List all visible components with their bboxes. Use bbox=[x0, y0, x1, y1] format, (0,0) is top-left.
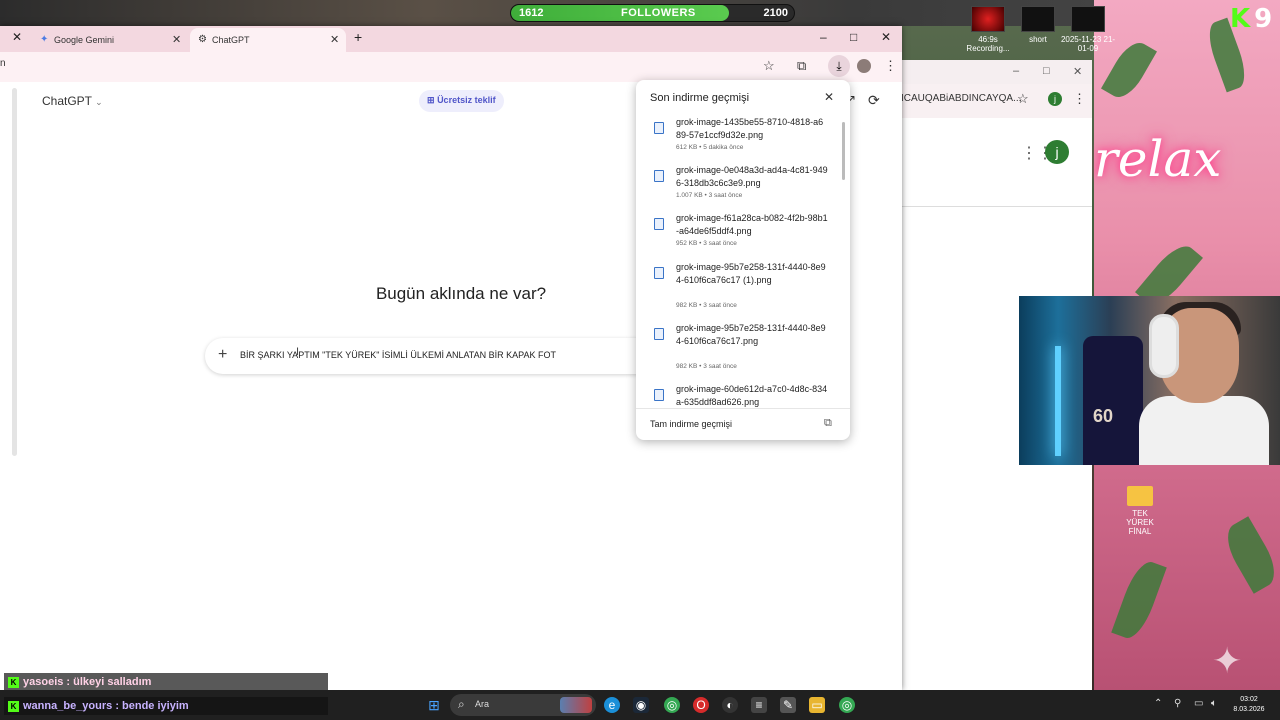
neon-relax-text: relax bbox=[1094, 130, 1222, 188]
followers-goal: 2100 bbox=[763, 7, 788, 19]
open-external-icon: ⧉ bbox=[824, 417, 832, 429]
download-icon[interactable]: ⤓ bbox=[828, 55, 850, 77]
network-icon[interactable]: ▭ bbox=[1194, 698, 1203, 709]
notepad-icon[interactable]: ✎ bbox=[780, 697, 796, 713]
image-file-icon bbox=[654, 389, 664, 401]
close-icon[interactable]: ✕ bbox=[824, 90, 834, 104]
maximize-icon[interactable]: □ bbox=[1043, 65, 1050, 77]
kick-badge: K9 bbox=[1230, 4, 1273, 34]
steam-icon[interactable]: ◉ bbox=[633, 697, 649, 713]
image-file-icon bbox=[654, 267, 664, 279]
menu-dots-icon[interactable]: ⋮ bbox=[884, 58, 897, 74]
image-file-icon bbox=[654, 218, 664, 230]
profile-avatar[interactable]: j bbox=[1048, 92, 1062, 106]
chevron-down-icon: ⌄ bbox=[95, 97, 103, 107]
temporary-chat-icon[interactable]: ⟳ bbox=[868, 92, 880, 109]
kick-icon: K bbox=[8, 700, 19, 712]
bg-window-titlebar: – □ ✕ bbox=[895, 60, 1092, 84]
windows-start-icon[interactable]: ⊞ bbox=[426, 697, 442, 713]
image-file-icon bbox=[654, 328, 664, 340]
tray-chevron-icon[interactable]: ⌃ bbox=[1154, 698, 1162, 709]
openai-icon: ⚙ bbox=[198, 34, 207, 45]
new-tab-button[interactable]: + bbox=[354, 29, 362, 45]
bookmark-star-icon[interactable]: ☆ bbox=[763, 58, 775, 74]
taskbar-search[interactable]: ⌕ Ara bbox=[450, 694, 596, 716]
gift-icon: ⊞ bbox=[427, 95, 435, 105]
close-icon[interactable]: ✕ bbox=[1073, 65, 1082, 78]
obs-icon[interactable]: ◐ bbox=[722, 697, 738, 713]
menu-dots-icon[interactable]: ⋮ bbox=[1073, 91, 1086, 107]
bg-window-toolbar: ICAUQABiABDINCAYQA... ☆ j ⋮ bbox=[895, 84, 1092, 118]
close-tab-icon[interactable]: ✕ bbox=[330, 33, 339, 46]
desktop-folder[interactable]: TEK YÜREK FİNAL bbox=[1118, 486, 1162, 536]
usb-icon[interactable]: ⚲ bbox=[1174, 698, 1181, 709]
minimize-button[interactable]: – bbox=[820, 30, 827, 44]
maximize-button[interactable]: □ bbox=[850, 30, 857, 44]
sidebar-scrollbar[interactable] bbox=[12, 88, 17, 456]
free-offer-button[interactable]: ⊞ Ücretsiz teklif bbox=[419, 90, 504, 112]
volume-icon[interactable]: 🔈︎ bbox=[1211, 698, 1217, 709]
webcam-feed: 60 bbox=[1019, 296, 1280, 465]
profile-avatar[interactable] bbox=[857, 59, 871, 73]
desktop-icon-clip[interactable]: 2025-11-23 21-01-09 bbox=[1058, 6, 1118, 53]
extensions-icon[interactable]: ⧉ bbox=[797, 58, 806, 74]
page-headline: Bugün aklında ne var? bbox=[375, 284, 547, 303]
image-file-icon bbox=[654, 122, 664, 134]
chrome-icon[interactable]: ◎ bbox=[664, 697, 680, 713]
downloads-scrollbar[interactable] bbox=[842, 122, 845, 180]
chat-message: Kyasoeis : ülkeyi salladım bbox=[4, 673, 328, 691]
prompt-text[interactable]: BİR ŞARKI YAPTIM "TEK YÜREK" İSİMLİ ÜLKE… bbox=[240, 350, 556, 360]
close-window-button[interactable]: ✕ bbox=[881, 30, 891, 44]
tab-chatgpt[interactable]: ⚙ ChatGPT ✕ bbox=[190, 28, 346, 52]
chrome-icon[interactable]: ◎ bbox=[839, 697, 855, 713]
downloads-list: grok-image-1435be55-8710-4818-a689-57e1c… bbox=[636, 114, 850, 408]
video-thumbnail-icon bbox=[1071, 6, 1105, 32]
image-file-icon bbox=[654, 170, 664, 182]
minimize-icon[interactable]: – bbox=[1013, 65, 1019, 77]
gemini-icon: ✦ bbox=[40, 34, 49, 45]
chat-message: Kwanna_be_yours : bende iyiyim bbox=[4, 697, 328, 715]
text-cursor-icon: I bbox=[296, 346, 300, 358]
divider bbox=[895, 206, 1092, 207]
video-thumbnail-icon bbox=[971, 6, 1005, 32]
downloads-title: Son indirme geçmişi bbox=[650, 92, 750, 104]
account-avatar[interactable]: j bbox=[1045, 140, 1069, 164]
file-explorer-icon[interactable]: ▭ bbox=[809, 697, 825, 713]
search-highlight-image bbox=[560, 697, 592, 713]
prompt-input[interactable]: + BİR ŞARKI YAPTIM "TEK YÜREK" İSİMLİ ÜL… bbox=[205, 338, 665, 374]
sparkle-icon: ✦ bbox=[1212, 640, 1243, 681]
taskbar-clock[interactable]: 03:02 8.03.2026 bbox=[1229, 695, 1269, 715]
followers-label: FOLLOWERS bbox=[621, 7, 696, 19]
followers-current: 1612 bbox=[519, 7, 544, 19]
video-thumbnail-icon bbox=[1021, 6, 1055, 32]
tab-google-gemini[interactable]: ✦ Google Gemini ✕ bbox=[30, 28, 188, 52]
add-attachment-icon[interactable]: + bbox=[218, 346, 227, 364]
app-icon[interactable]: ≡ bbox=[751, 697, 767, 713]
close-tab-icon[interactable]: ✕ bbox=[12, 30, 22, 44]
folder-icon bbox=[1127, 486, 1153, 506]
bg-window-url[interactable]: ICAUQABiABDINCAYQA... bbox=[901, 93, 1021, 104]
search-icon: ⌕ bbox=[458, 697, 465, 711]
close-tab-icon[interactable]: ✕ bbox=[172, 33, 181, 46]
address-bar-edge[interactable]: n bbox=[0, 58, 6, 69]
bookmark-star-icon[interactable]: ☆ bbox=[1017, 91, 1029, 107]
downloads-panel: Son indirme geçmişi ✕ grok-image-1435be5… bbox=[636, 80, 850, 440]
model-selector[interactable]: ChatGPT ⌄ bbox=[42, 94, 103, 108]
followers-goal-bar: 1612 FOLLOWERS 2100 bbox=[510, 4, 795, 22]
tab-bar: ✕ ✦ Google Gemini ✕ ⚙ ChatGPT ✕ + – □ ✕ bbox=[0, 26, 902, 52]
browser-toolbar: n ☆ ⧉ ⤓ ⋮ bbox=[0, 52, 902, 82]
headphones bbox=[1149, 314, 1179, 378]
edge-icon[interactable]: e bbox=[604, 697, 620, 713]
kick-icon: K bbox=[8, 676, 19, 688]
full-history-link[interactable]: Tam indirme geçmişi ⧉ bbox=[636, 408, 850, 440]
opera-icon[interactable]: O bbox=[693, 697, 709, 713]
followers-progress-fill bbox=[511, 5, 729, 21]
